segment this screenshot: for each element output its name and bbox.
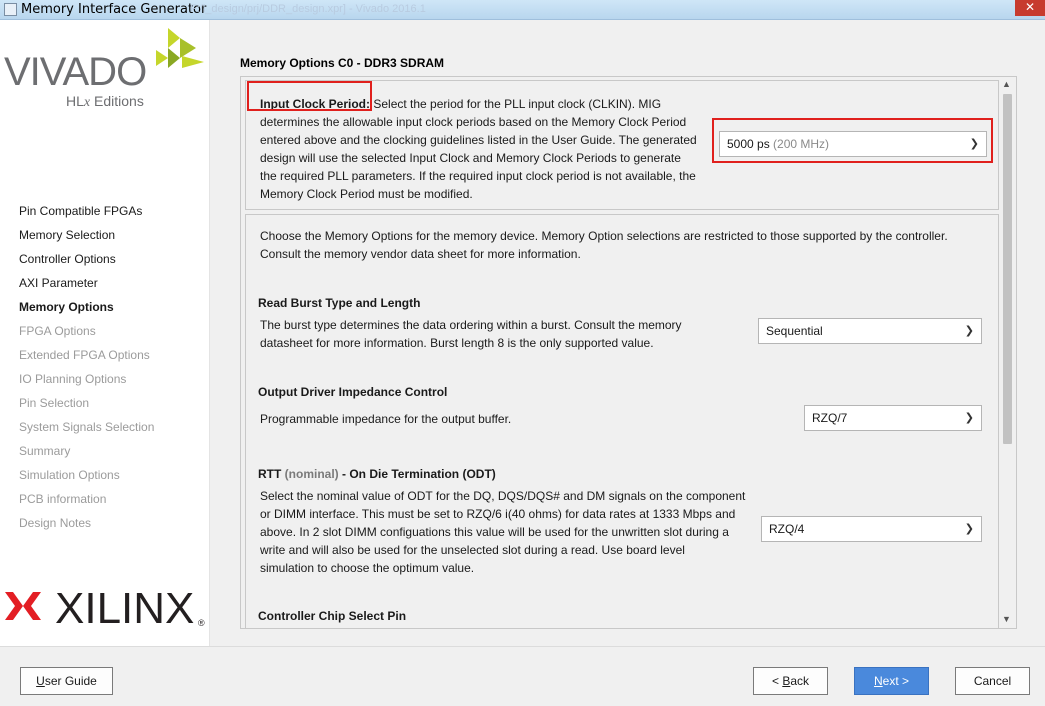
burst-type-select[interactable]: Sequential ❯ xyxy=(758,318,982,344)
chevron-down-icon: ❯ xyxy=(964,325,974,337)
xilinx-wordmark: XILINX xyxy=(55,584,195,633)
vertical-scrollbar[interactable]: ▲ ▼ xyxy=(999,77,1016,628)
vivado-mark-icon xyxy=(156,28,204,68)
odic-description: Programmable impedance for the output bu… xyxy=(260,412,512,426)
nav-item-extended-fpga-options: Extended FPGA Options xyxy=(19,348,150,362)
scrollbar-thumb[interactable] xyxy=(1003,94,1012,444)
nav-item-pcb-information: PCB information xyxy=(19,492,107,506)
nav-item-pin-selection: Pin Selection xyxy=(19,396,90,410)
nav-item-memory-options[interactable]: Memory Options xyxy=(19,299,154,323)
back-button[interactable]: < Back xyxy=(753,667,828,695)
title-bar: Memory Interface Generator F:/l_design/p… xyxy=(0,0,1045,20)
memory-options-section: Choose the Memory Options for the memory… xyxy=(245,214,999,628)
highlight-input-clock-select xyxy=(712,118,993,163)
arrow-down-icon[interactable]: ▼ xyxy=(1002,614,1011,624)
xilinx-mark-icon xyxy=(5,592,41,620)
input-clock-description: Input Clock Period: Select the period fo… xyxy=(260,97,697,201)
options-intro: Choose the Memory Options for the memory… xyxy=(260,229,948,261)
chevron-down-icon: ❯ xyxy=(964,412,974,424)
rtt-select[interactable]: RZQ/4 ❯ xyxy=(761,516,982,542)
odic-value: RZQ/7 xyxy=(812,411,848,425)
rtt-description: Select the nominal value of ODT for the … xyxy=(260,489,746,575)
page-title: Memory Options C0 - DDR3 SDRAM xyxy=(240,56,445,70)
nav-item-controller-options[interactable]: Controller Options xyxy=(19,251,154,275)
nav-item-fpga-options: FPGA Options xyxy=(19,324,96,338)
left-panel: VIVADO HLx Editions Pin Compatible FPGAs… xyxy=(0,20,210,646)
window-title: Memory Interface Generator xyxy=(21,2,207,17)
odic-title: Output Driver Impedance Control xyxy=(258,385,448,399)
rtt-title: RTT (nominal) - On Die Termination (ODT) xyxy=(258,467,496,481)
burst-type-description: The burst type determines the data order… xyxy=(260,318,682,350)
nav-item-pin-compatible-fpgas[interactable]: Pin Compatible FPGAs xyxy=(19,203,154,227)
chip-select-title: Controller Chip Select Pin xyxy=(258,609,407,623)
nav-item-memory-selection[interactable]: Memory Selection xyxy=(19,227,154,251)
wizard-footer: User Guide < Back Next > Cancel xyxy=(0,646,1045,706)
burst-type-value: Sequential xyxy=(766,324,823,338)
nav-item-system-signals-selection: System Signals Selection xyxy=(19,420,155,434)
registered-mark: ® xyxy=(198,618,205,628)
window-subtitle: F:/l_design/prj/DDR_design.xpr] - Vivado… xyxy=(190,3,426,15)
xilinx-logo: XILINX ® xyxy=(5,584,210,633)
arrow-up-icon[interactable]: ▲ xyxy=(1002,79,1011,89)
app-icon xyxy=(4,3,17,16)
nav-item-summary: Summary xyxy=(19,444,71,458)
burst-type-title: Read Burst Type and Length xyxy=(258,296,421,310)
nav-item-simulation-options: Simulation Options xyxy=(19,468,120,482)
nav-item-axi-parameter[interactable]: AXI Parameter xyxy=(19,275,154,299)
rtt-value: RZQ/4 xyxy=(769,522,805,536)
close-window-button[interactable]: ✕ xyxy=(1015,0,1045,16)
next-button[interactable]: Next > xyxy=(854,667,929,695)
vivado-wordmark: VIVADO xyxy=(4,50,147,94)
highlight-input-clock-label xyxy=(247,81,372,111)
wizard-steps: Pin Compatible FPGAs Memory Selection Cont… xyxy=(19,203,154,539)
cancel-button[interactable]: Cancel xyxy=(955,667,1030,695)
odic-select[interactable]: RZQ/7 ❯ xyxy=(804,405,982,431)
hlx-editions-label: HLx Editions xyxy=(66,93,144,110)
vivado-logo: VIVADO HLx Editions xyxy=(4,28,210,118)
nav-item-design-notes: Design Notes xyxy=(19,516,92,530)
user-guide-button[interactable]: User Guide xyxy=(20,667,113,695)
nav-item-io-planning-options: IO Planning Options xyxy=(19,372,127,386)
chevron-down-icon: ❯ xyxy=(964,523,974,535)
close-icon: ✕ xyxy=(1024,0,1036,14)
